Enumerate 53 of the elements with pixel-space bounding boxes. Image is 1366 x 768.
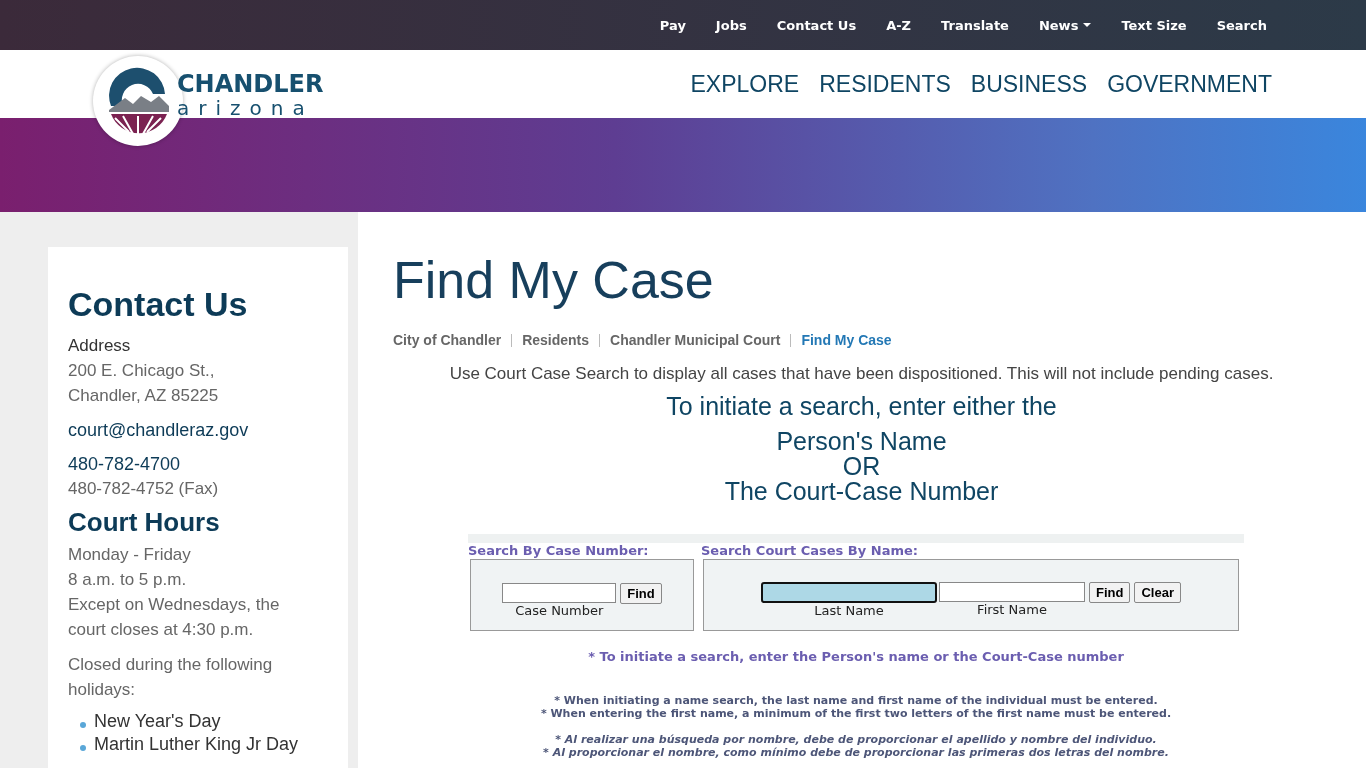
fax-number: 480-782-4752 (Fax): [68, 478, 220, 500]
form-button[interactable]: Find: [1089, 582, 1131, 603]
address-label: Address: [68, 335, 132, 357]
holiday-name: Martin Luther King Jr Day: [94, 733, 299, 756]
nav-link[interactable]: News: [1023, 17, 1107, 33]
nav-link[interactable]: Contact Us: [761, 17, 872, 33]
form-button[interactable]: Clear: [1134, 582, 1181, 603]
bullet-icon: [80, 721, 86, 728]
instruction-heading: To initiate a search, enter either the: [665, 394, 1058, 419]
hours-text: Monday - Friday 8 a.m. to 5 p.m. Except on Wednesdays, the court closes at 4:30 p.m.: [68, 544, 281, 641]
phone-link[interactable]: 480-782-4700: [68, 452, 304, 476]
group-legend: Search By Case Number:: [468, 543, 696, 559]
note-text: * When initiating a name search, the last name and first name of the individual must be entered.: [553, 694, 1159, 707]
nav-link[interactable]: Text Size: [1106, 17, 1202, 33]
field-label: Case Number: [515, 602, 604, 618]
section-heading: Contact Us: [68, 285, 249, 324]
instruction-heading: The Court-Case Number: [723, 479, 1000, 504]
hint-text: * To initiate a search, enter the Person's name or the Court-Case number: [587, 649, 1125, 664]
nav-link[interactable]: Pay: [644, 17, 701, 33]
breadcrumb-link[interactable]: City of Chandler: [393, 332, 502, 348]
instruction-heading: OR: [841, 454, 882, 479]
input-field[interactable]: [939, 582, 1085, 602]
input-field[interactable]: [502, 582, 617, 603]
input-field[interactable]: [761, 582, 937, 603]
instruction-heading: Person's Name: [775, 429, 948, 454]
nav-link[interactable]: BUSINESS: [970, 70, 1088, 98]
form-button[interactable]: Find: [620, 582, 662, 604]
holidays-intro: Closed during the following holidays:: [68, 654, 274, 701]
group-legend: Search Court Cases By Name:: [701, 543, 1241, 559]
field-label: Last Name: [814, 603, 884, 618]
section-heading: Court Hours: [68, 507, 221, 538]
page-title: Find My Case: [393, 250, 715, 310]
nav-link[interactable]: A-Z: [871, 17, 927, 33]
field-label: First Name: [977, 602, 1047, 617]
email-link[interactable]: court@chandleraz.gov: [68, 418, 304, 442]
note-text: * Al proporcionar el nombre, como mínimo debe de proporcionar las primeras dos letras del nombre.: [542, 746, 1170, 759]
breadcrumb-link[interactable]: Find My Case: [801, 332, 892, 348]
note-text: * When entering the first name, a minimum of the first two letters of the first name must be entered.: [539, 707, 1173, 720]
intro-text: Use Court Case Search to display all cases that have been dispositioned. This will not include pending cases.: [448, 364, 1275, 384]
logo-subtitle: arizona: [177, 97, 315, 119]
nav-link[interactable]: EXPLORE: [690, 70, 800, 98]
holiday-name: New Year's Day: [94, 710, 221, 733]
nav-link[interactable]: GOVERNMENT: [1107, 70, 1272, 98]
nav-link[interactable]: Translate: [926, 17, 1024, 33]
nav-link[interactable]: Jobs: [700, 17, 762, 33]
address-text: 200 E. Chicago St., Chandler, AZ 85225: [68, 360, 220, 407]
logo-wordmark[interactable]: CHANDLER: [177, 71, 324, 97]
breadcrumb-link[interactable]: Residents: [522, 332, 590, 348]
bullet-icon: [80, 744, 86, 751]
breadcrumb-link[interactable]: Chandler Municipal Court: [610, 332, 781, 348]
nav-link[interactable]: RESIDENTS: [819, 70, 951, 98]
note-text: * Al realizar una búsqueda por nombre, debe de proporcionar el apellido y nombre del individuo.: [554, 733, 1158, 746]
nav-link[interactable]: Search: [1201, 17, 1282, 33]
